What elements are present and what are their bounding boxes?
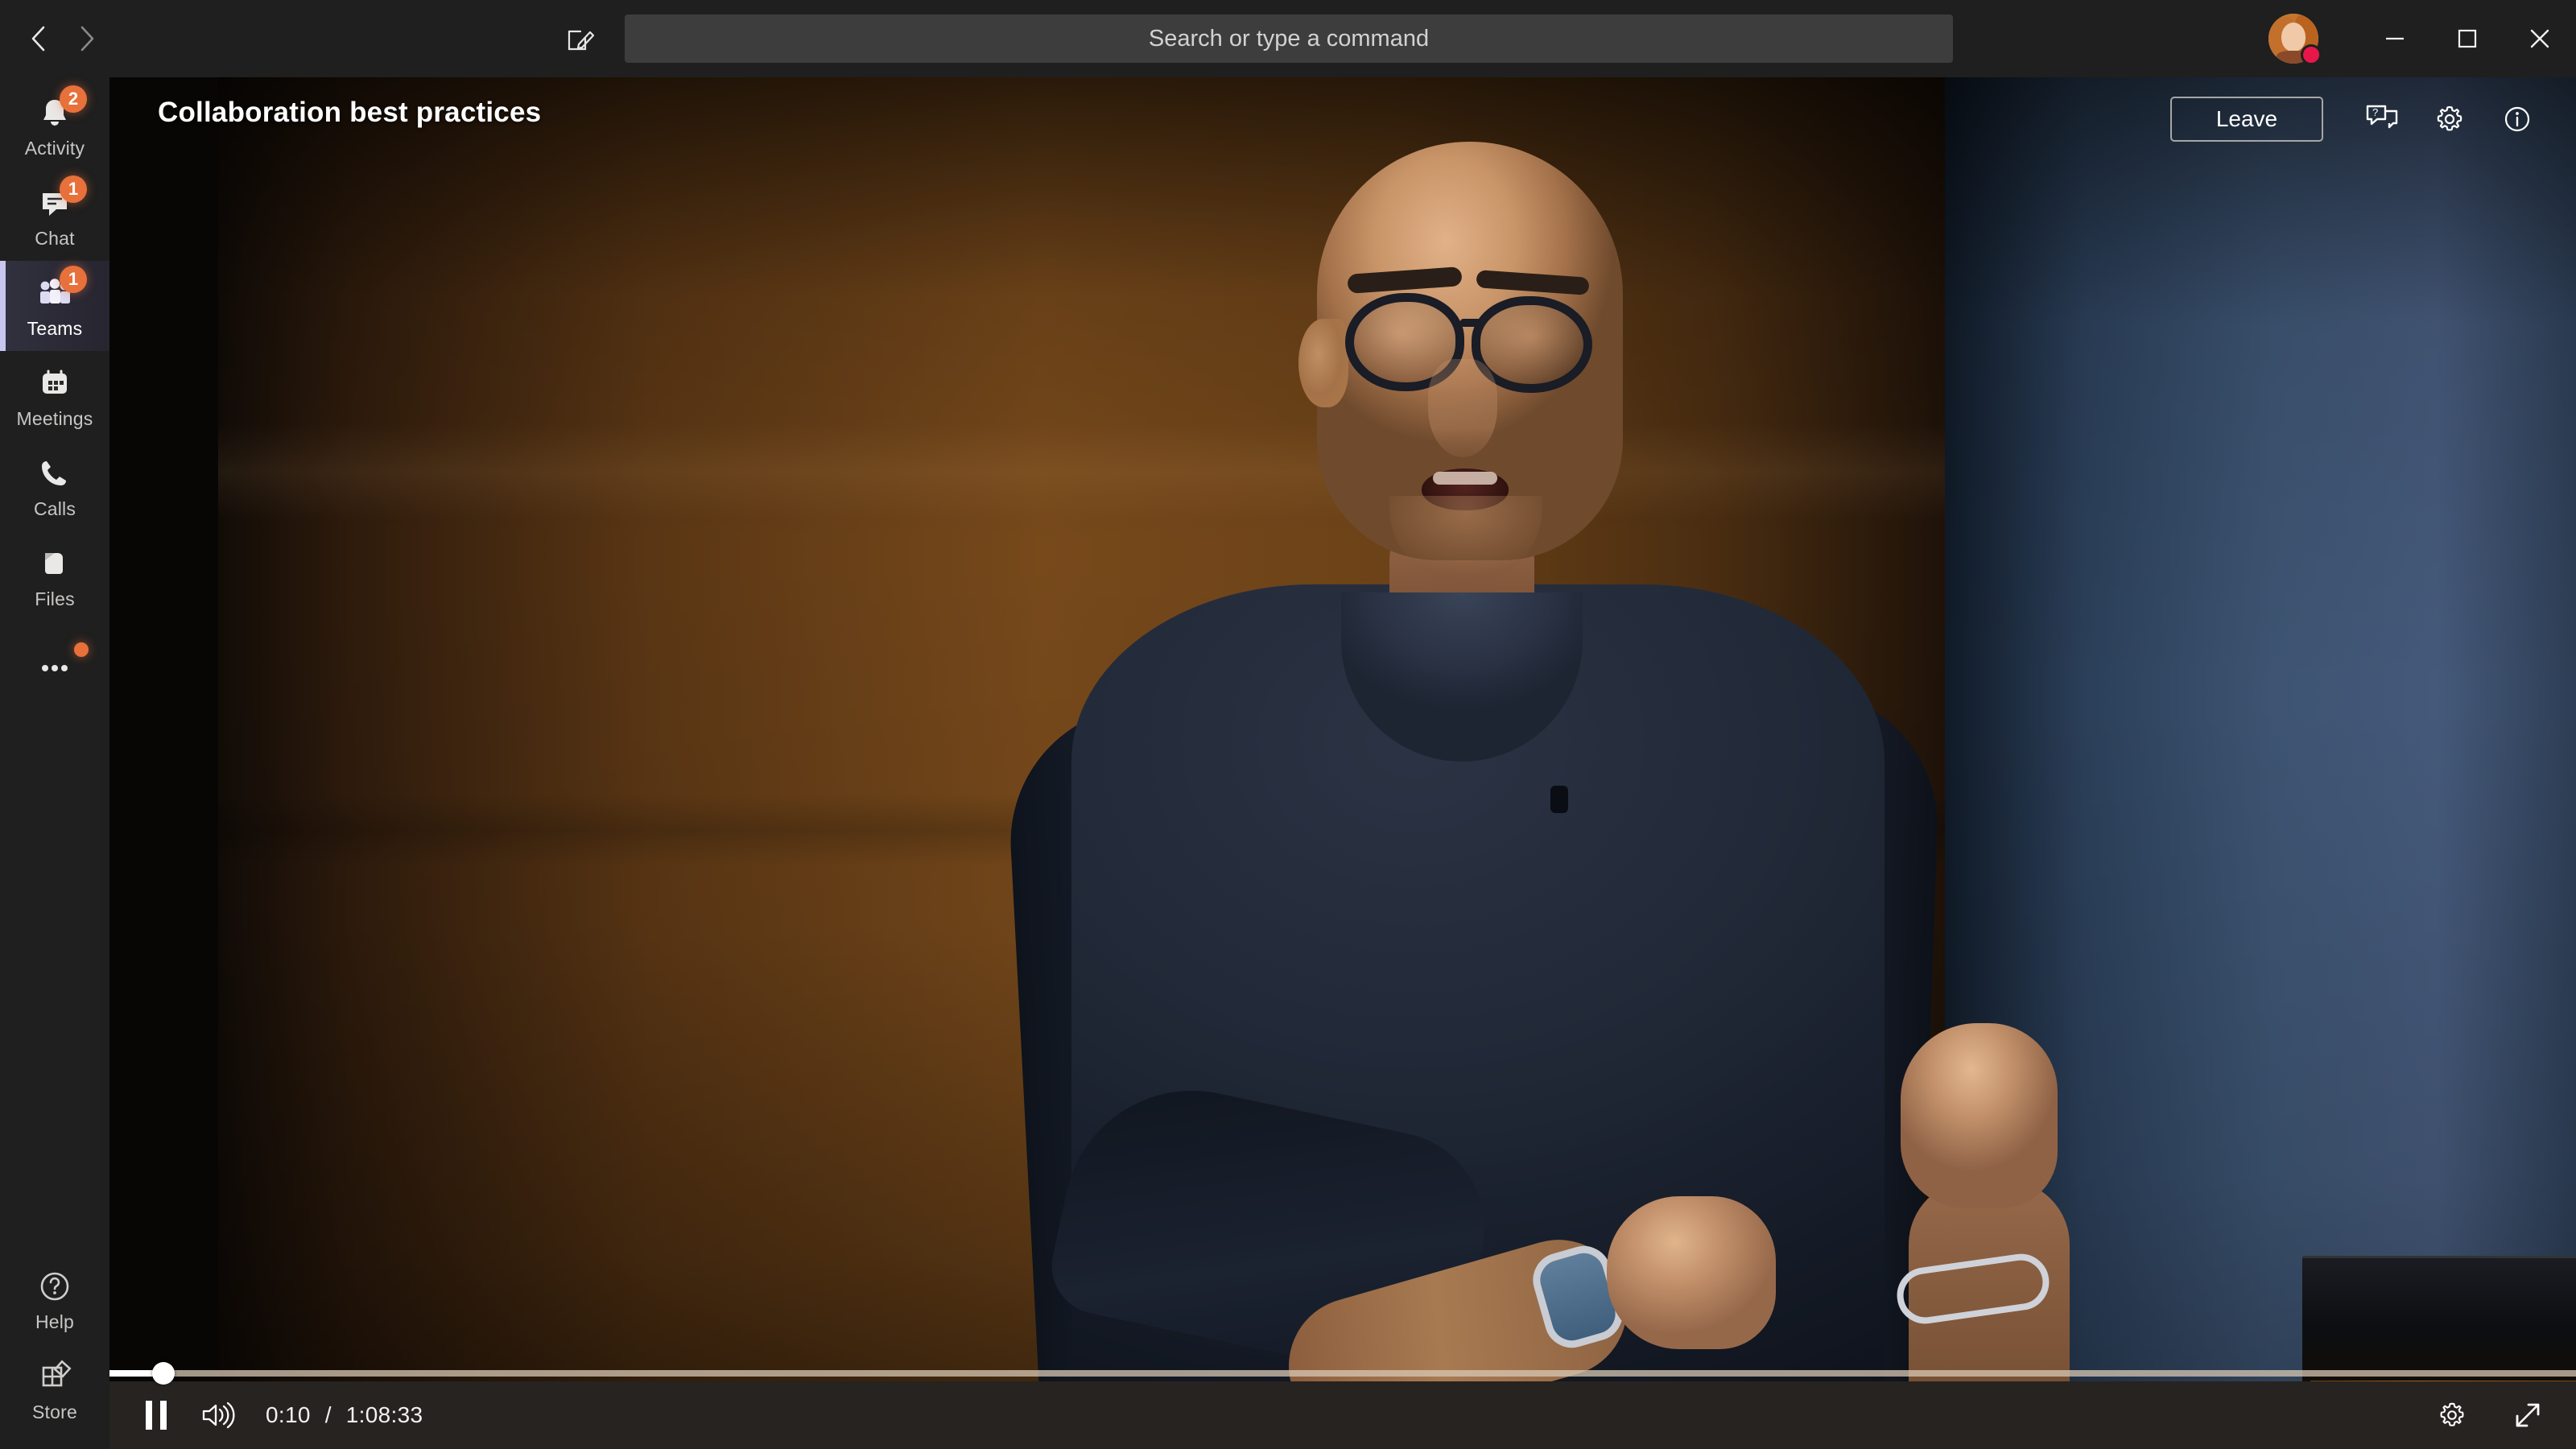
fullscreen-expand-icon[interactable] (2497, 1385, 2558, 1446)
sidebar-item-label: Calls (33, 498, 76, 519)
app-rail-top: 2 Activity 1 Chat 1 Teams Meetings Calls… (0, 77, 109, 712)
app-rail: 2 Activity 1 Chat 1 Teams Meetings Calls… (0, 77, 109, 1449)
pause-button[interactable] (126, 1385, 187, 1446)
speaker-teeth (1433, 472, 1497, 485)
time-display: 0:10 / 1:08:33 (266, 1402, 423, 1428)
video-frame (109, 77, 2576, 1449)
gear-icon[interactable] (2418, 95, 2481, 143)
video-left-shadow (109, 77, 218, 1449)
page-title: Collaboration best practices (158, 97, 542, 128)
speaker-lapel-mic (1550, 786, 1568, 813)
teams-app-window: 2 Activity 1 Chat (0, 0, 2576, 1449)
player-right-controls (2421, 1381, 2558, 1449)
progress-slider-fill (109, 1370, 159, 1377)
time-separator: / (324, 1402, 332, 1427)
speaker-nose (1428, 359, 1497, 457)
current-time: 0:10 (266, 1402, 311, 1427)
sidebar-item-label: Chat (35, 228, 75, 249)
qa-bubble-icon[interactable]: ? (2351, 95, 2413, 143)
sidebar-item-chat[interactable]: 1 Chat (0, 171, 109, 261)
maximize-button[interactable] (2431, 0, 2504, 77)
navigation-buttons (0, 0, 113, 77)
speaker-waves-icon[interactable] (187, 1385, 248, 1446)
player-left-controls: 0:10 / 1:08:33 (109, 1381, 423, 1449)
sidebar-item-label: Activity (24, 138, 85, 159)
badge-count: 1 (60, 266, 87, 293)
minimize-button[interactable] (2359, 0, 2431, 77)
sidebar-item-more[interactable] (0, 621, 109, 712)
close-button[interactable] (2504, 0, 2576, 77)
avatar[interactable] (2268, 14, 2322, 65)
video-speaker (939, 77, 2194, 1449)
svg-text:?: ? (2372, 106, 2378, 118)
chat-icon: 1 (34, 175, 87, 224)
sidebar-item-label: Meetings (16, 408, 93, 429)
help-question-icon (34, 1265, 76, 1307)
back-button[interactable] (21, 21, 56, 56)
bell-icon: 2 (34, 85, 87, 134)
sidebar-item-activity[interactable]: 2 Activity (0, 80, 109, 171)
avatar-face (2281, 23, 2306, 52)
badge-count: 1 (60, 175, 87, 203)
sidebar-item-teams[interactable]: 1 Teams (0, 261, 109, 351)
new-app-dot-badge (74, 642, 89, 657)
teams-icon: 1 (34, 266, 87, 314)
speaker-ear (1298, 319, 1348, 407)
meeting-stage[interactable]: Collaboration best practices Leave ? (109, 77, 2576, 1449)
pause-bar-right (160, 1401, 167, 1430)
meeting-actions: Leave ? (2170, 95, 2549, 143)
sidebar-item-meetings[interactable]: Meetings (0, 351, 109, 441)
leave-button[interactable]: Leave (2170, 97, 2323, 142)
video-player-controls: 0:10 / 1:08:33 (109, 1362, 2576, 1449)
files-icon (34, 543, 76, 584)
sidebar-item-label: Store (32, 1402, 77, 1422)
pause-bar-left (146, 1401, 152, 1430)
title-bar-right (2268, 0, 2576, 77)
more-ellipsis-icon (34, 642, 89, 687)
speaker-hand-right (1901, 1023, 2058, 1208)
video-stage-monitor (2302, 1256, 2576, 1385)
sidebar-item-help[interactable]: Help (0, 1254, 109, 1344)
progress-slider[interactable] (109, 1362, 2576, 1385)
info-circle-icon[interactable] (2486, 95, 2549, 143)
title-bar (0, 0, 2576, 77)
speaker-hand-left (1607, 1196, 1776, 1349)
app-rail-bottom: Help Store (0, 1254, 109, 1435)
calendar-icon (34, 362, 76, 404)
phone-icon (34, 452, 76, 494)
sidebar-item-store[interactable]: Store (0, 1344, 109, 1435)
speaker-glasses-bridge (1460, 319, 1481, 327)
search-input[interactable] (625, 14, 1953, 63)
sidebar-item-label: Files (35, 588, 75, 609)
forward-button[interactable] (69, 21, 105, 56)
playback-settings-gear-icon[interactable] (2421, 1385, 2483, 1446)
presence-badge-busy (2301, 44, 2322, 65)
sidebar-item-label: Help (35, 1311, 75, 1332)
store-icon (34, 1356, 76, 1397)
sidebar-item-label: Teams (27, 318, 83, 339)
total-duration: 1:08:33 (345, 1402, 423, 1427)
new-chat-button[interactable] (555, 14, 604, 63)
sidebar-item-files[interactable]: Files (0, 531, 109, 621)
sidebar-item-calls[interactable]: Calls (0, 441, 109, 531)
badge-count: 2 (60, 85, 87, 113)
search-container (625, 14, 1953, 63)
